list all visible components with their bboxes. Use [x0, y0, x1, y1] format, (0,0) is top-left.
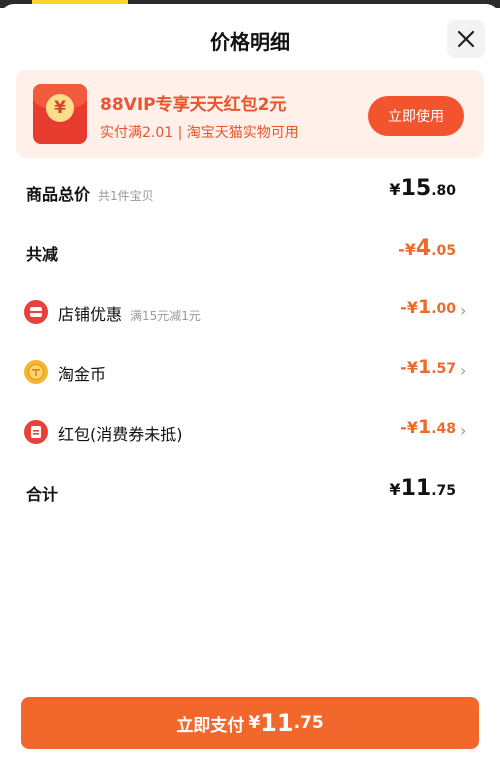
- amount-dec: .75: [431, 483, 456, 499]
- subtotal-row: 合计 ¥11.75: [0, 476, 500, 506]
- chevron-right-icon: ›: [460, 421, 467, 440]
- currency: -¥: [400, 418, 418, 437]
- amount-int: 11: [400, 476, 432, 501]
- amount-int: 4: [415, 236, 432, 261]
- store-discount-amount: -¥1.00: [400, 296, 456, 318]
- pay-amount-int: 11: [260, 709, 294, 737]
- pay-amount-dec: .75: [293, 713, 324, 733]
- coin-icon: [24, 360, 48, 384]
- store-discount-label-text: 店铺优惠: [58, 305, 123, 324]
- use-now-button[interactable]: 立即使用: [368, 96, 464, 136]
- amount-dec: .80: [431, 183, 456, 199]
- item-count-note: 共1件宝贝: [98, 189, 154, 203]
- currency: -¥: [400, 358, 418, 377]
- red-packet-amount: -¥1.48: [400, 416, 456, 438]
- store-coupon-glyph: [30, 307, 42, 317]
- chevron-right-icon: ›: [460, 301, 467, 320]
- amount-dec: .05: [431, 243, 456, 259]
- total-goods-row: 商品总价 共1件宝贝 ¥15.80: [0, 176, 500, 206]
- store-discount-note: 满15元减1元: [130, 309, 201, 323]
- chevron-right-icon: ›: [460, 361, 467, 380]
- pay-now-label: 立即支付: [176, 715, 245, 736]
- red-packet-label: 红包(消费券未抵): [58, 425, 183, 444]
- currency: ¥: [389, 480, 401, 499]
- red-packet-glyph: [31, 426, 41, 438]
- promo-title: 88VIP专享天天红包2元: [100, 95, 287, 115]
- store-discount-label: 店铺优惠 满15元减1元: [58, 301, 201, 325]
- taojinbi-row[interactable]: 淘金币 -¥1.57 ›: [0, 356, 500, 386]
- currency: -¥: [398, 240, 416, 259]
- total-goods-amount: ¥15.80: [389, 176, 456, 201]
- currency: ¥: [389, 180, 401, 199]
- pay-now-button[interactable]: 立即支付 ¥ 11 .75: [21, 697, 479, 749]
- store-coupon-icon: [24, 300, 48, 324]
- close-button[interactable]: [447, 20, 485, 58]
- red-packet-row[interactable]: 红包(消费券未抵) -¥1.48 ›: [0, 416, 500, 446]
- total-reduction-amount: -¥4.05: [398, 236, 456, 261]
- total-goods-label: 商品总价 共1件宝贝: [26, 181, 154, 205]
- promo-subtitle: 实付满2.01 | 淘宝天猫实物可用: [100, 125, 299, 141]
- total-reduction-row: 共减 -¥4.05: [0, 236, 500, 266]
- amount-int: 1: [417, 296, 432, 318]
- store-discount-row[interactable]: 店铺优惠 满15元减1元 -¥1.00 ›: [0, 296, 500, 326]
- pay-currency: ¥: [248, 713, 261, 733]
- price-detail-sheet: 价格明细 ¥ 88VIP专享天天红包2元 实付满2.01 | 淘宝天猫实物可用 …: [0, 4, 500, 771]
- total-reduction-label: 共减: [26, 245, 59, 264]
- amount-dec: .57: [431, 361, 456, 377]
- vip-promo-banner: ¥ 88VIP专享天天红包2元 实付满2.01 | 淘宝天猫实物可用 立即使用: [16, 70, 484, 158]
- subtotal-label: 合计: [26, 485, 59, 504]
- total-goods-label-text: 商品总价: [26, 185, 91, 204]
- amount-dec: .00: [431, 301, 456, 317]
- close-icon: [457, 30, 475, 48]
- subtotal-amount: ¥11.75: [389, 476, 456, 501]
- amount-int: 1: [417, 416, 432, 438]
- yen-coin: ¥: [46, 94, 74, 122]
- currency: -¥: [400, 298, 418, 317]
- taojinbi-amount: -¥1.57: [400, 356, 456, 378]
- page-title: 价格明细: [210, 30, 290, 54]
- taojinbi-label: 淘金币: [58, 365, 107, 384]
- amount-dec: .48: [431, 421, 456, 437]
- amount-int: 1: [417, 356, 432, 378]
- amount-int: 15: [400, 176, 432, 201]
- red-packet-small-icon: [24, 420, 48, 444]
- coin-glyph: [27, 363, 45, 381]
- red-packet-icon: ¥: [33, 84, 87, 144]
